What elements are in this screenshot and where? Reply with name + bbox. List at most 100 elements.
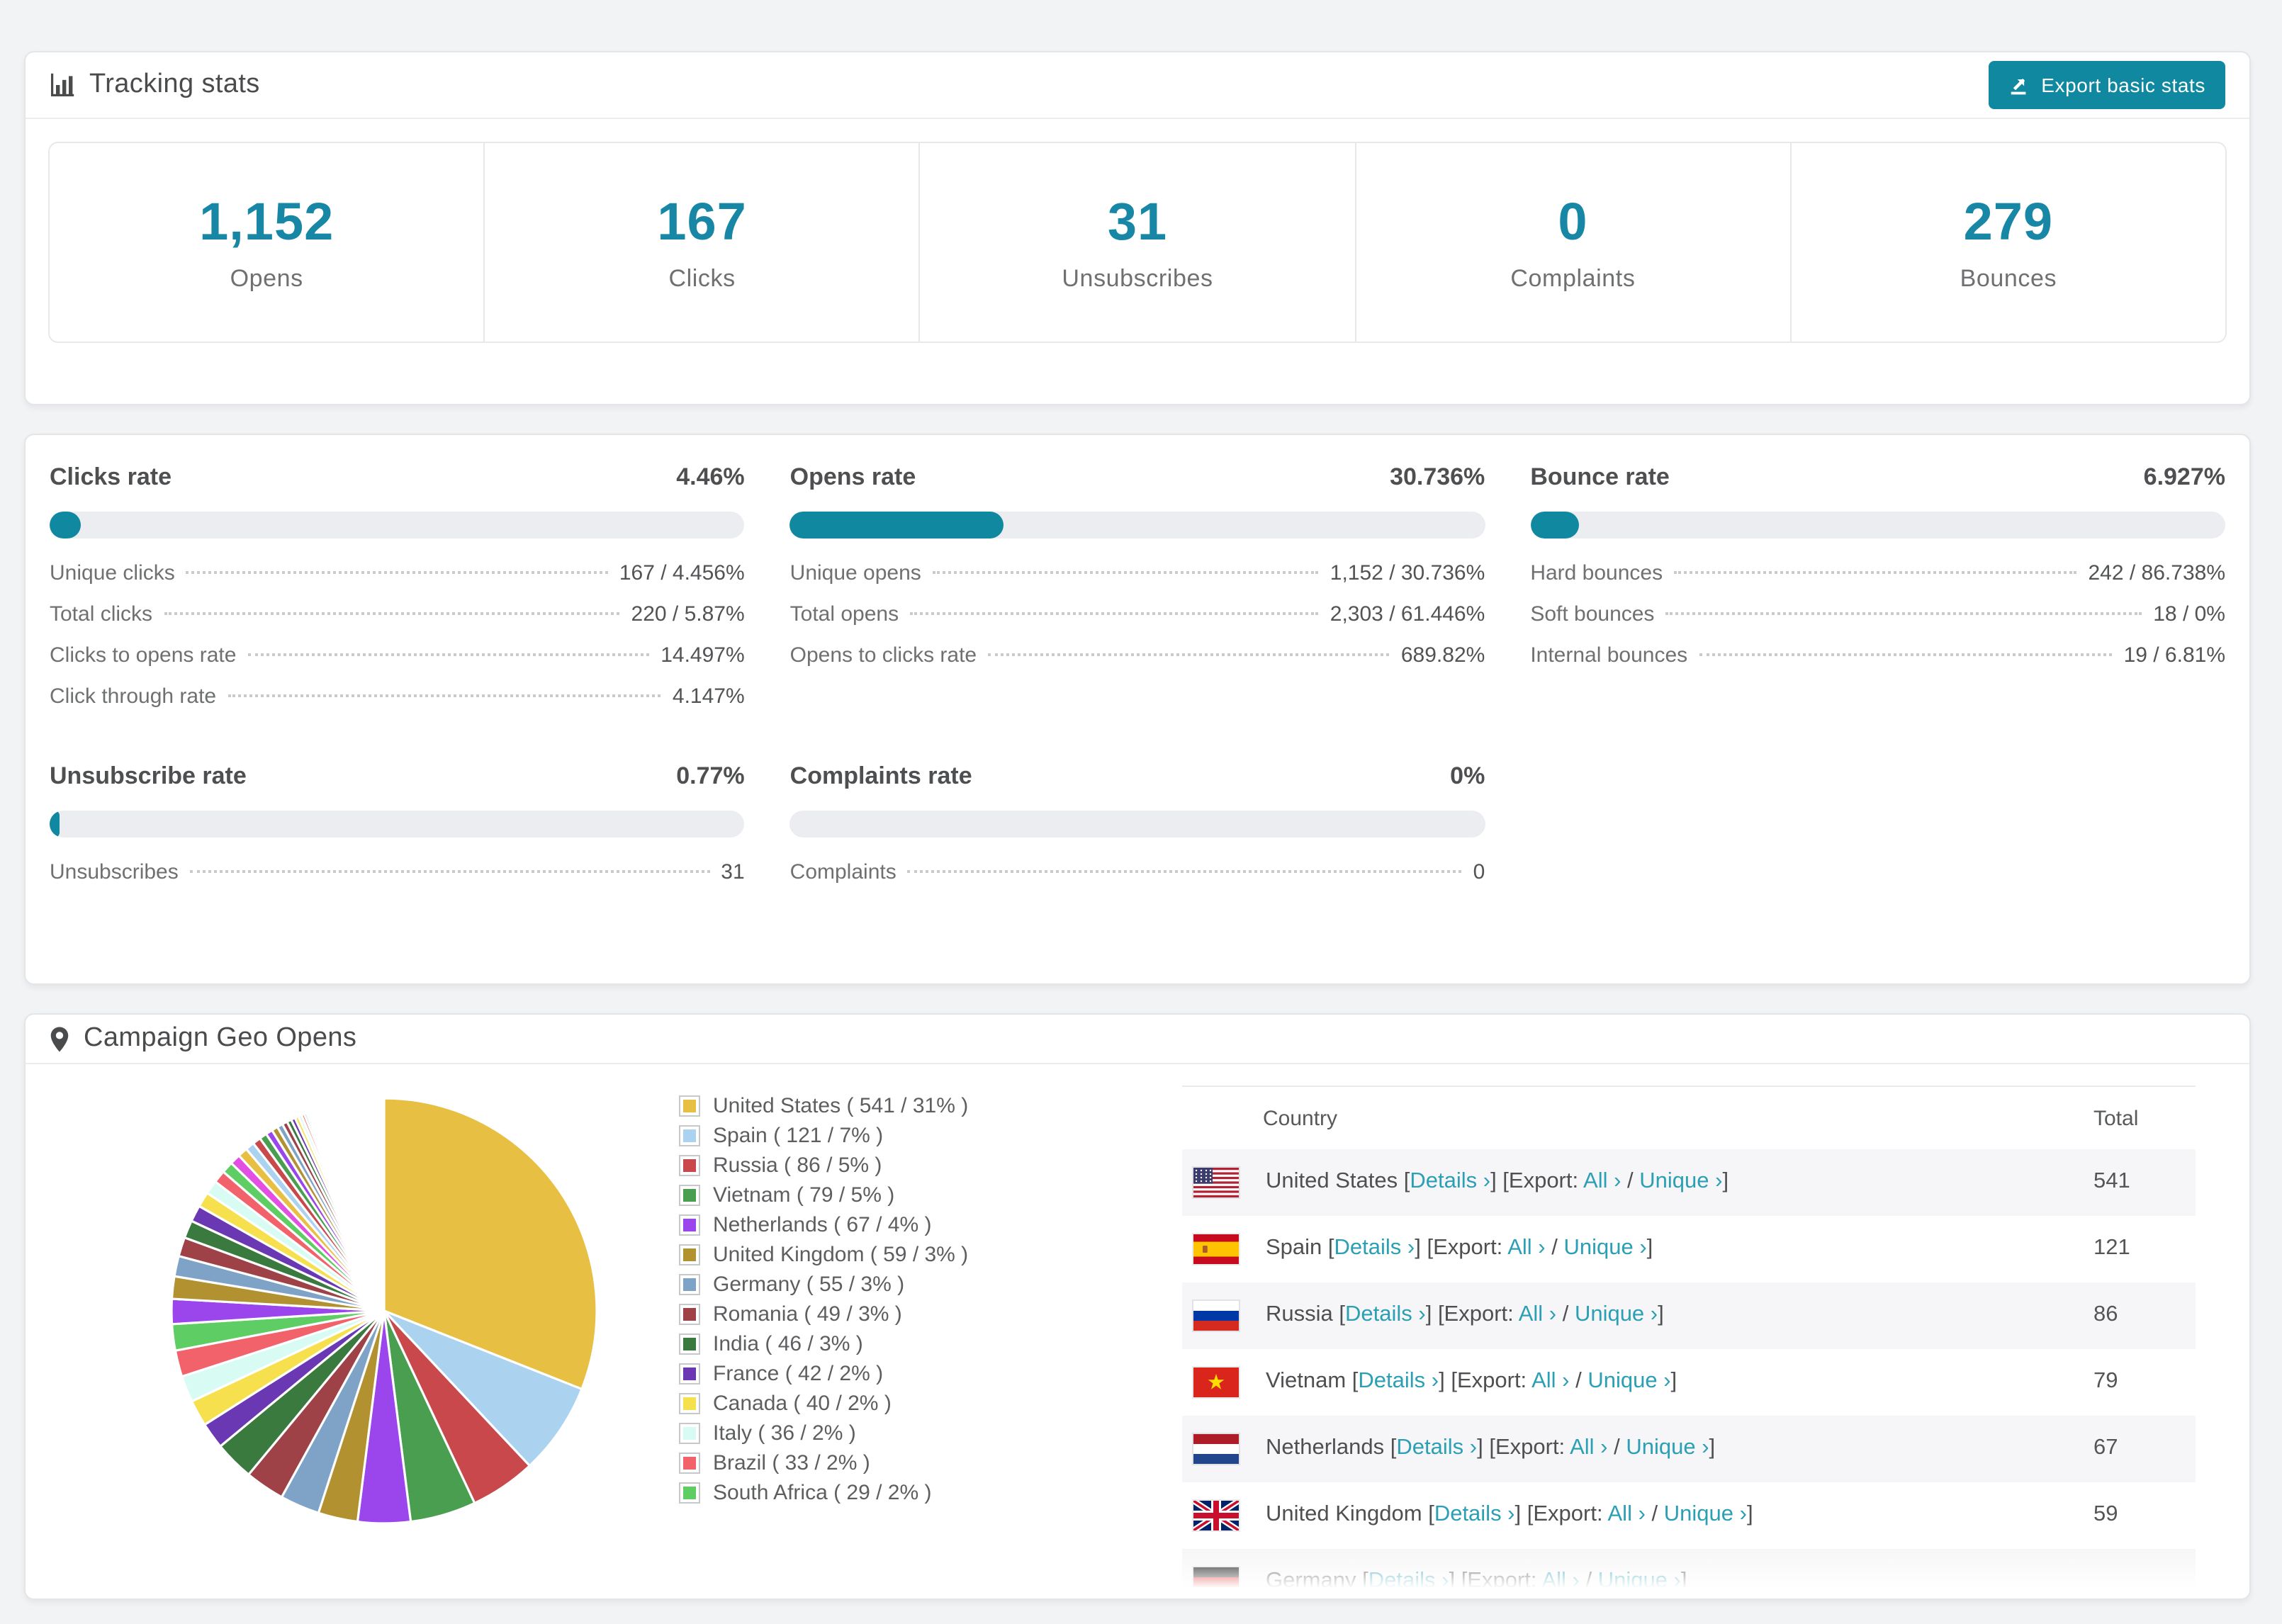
country-name: Vietnam (1266, 1369, 1352, 1393)
geo-pie-chart (167, 1094, 601, 1528)
metric-value: 18 / 0% (2153, 602, 2225, 626)
details-link[interactable]: Details › (1334, 1236, 1415, 1260)
rate-percentage: 4.46% (676, 463, 745, 490)
total-value: 79 (2093, 1369, 2118, 1393)
rate-metrics: Hard bounces 242 / 86.738% Soft bounces 18 … (1530, 561, 2225, 684)
export-all-link[interactable]: All › (1507, 1236, 1545, 1260)
separator: / (1556, 1302, 1575, 1326)
country-name: United States (1266, 1169, 1404, 1193)
rate-title: Opens rate (789, 463, 916, 490)
export-button-label: Export basic stats (2041, 74, 2205, 96)
stat-label-complaints: Complaints (1510, 264, 1636, 291)
metric-row-unique-opens: Unique opens 1,152 / 30.736% (790, 561, 1485, 602)
legend-label: Russia ( 86 / 5% ) (713, 1154, 882, 1178)
stat-clicks: 167 Clicks (483, 143, 918, 342)
export-all-link[interactable]: All › (1541, 1569, 1579, 1593)
details-link[interactable]: Details › (1368, 1569, 1449, 1593)
dotted-leader (164, 612, 620, 615)
bracket: [ (1428, 1502, 1434, 1526)
legend-swatch (679, 1214, 700, 1236)
details-link[interactable]: Details › (1345, 1302, 1426, 1326)
rates-card: Clicks rate 4.46% Unique clicks 167 / 4.456… (24, 434, 2251, 985)
legend-label: South Africa ( 29 / 2% ) (713, 1481, 932, 1505)
country-name: Netherlands (1266, 1436, 1390, 1460)
metric-value: 14.497% (661, 643, 745, 667)
export-unique-link[interactable]: Unique › (1575, 1302, 1658, 1326)
dotted-leader (910, 612, 1319, 615)
export-unique-link[interactable]: Unique › (1664, 1502, 1747, 1526)
separator: / (1545, 1236, 1564, 1260)
metric-label: Internal bounces (1530, 643, 1688, 667)
legend-label: Germany ( 55 / 3% ) (713, 1273, 905, 1297)
total-value: 541 (2093, 1169, 2130, 1193)
export-all-link[interactable]: All › (1531, 1369, 1569, 1393)
metric-row-complaints: Complaints 0 (790, 860, 1485, 901)
legend-swatch (679, 1393, 700, 1414)
progress-bar (50, 811, 745, 838)
total-value: 59 (2093, 1502, 2118, 1526)
details-link[interactable]: Details › (1396, 1436, 1477, 1460)
metric-value: 1,152 / 30.736% (1330, 561, 1485, 585)
export-basic-stats-button[interactable]: Export basic stats (1989, 61, 2225, 109)
details-link[interactable]: Details › (1410, 1169, 1490, 1193)
separator: / (1569, 1369, 1588, 1393)
legend-swatch (679, 1304, 700, 1325)
legend-label: Vietnam ( 79 / 5% ) (713, 1183, 895, 1207)
legend-swatch (679, 1482, 700, 1504)
progress-bar (789, 811, 1485, 838)
legend-label: Canada ( 40 / 2% ) (713, 1392, 892, 1416)
bracket: ] [Export: (1415, 1236, 1508, 1260)
country-cell: United Kingdom [Details ›] [Export: All … (1266, 1502, 1753, 1528)
metric-value: 19 / 6.81% (2123, 643, 2225, 667)
metric-value: 0 (1473, 860, 1485, 884)
legend-item-canada: Canada ( 40 / 2% ) (679, 1389, 968, 1419)
progress-bar (50, 512, 745, 538)
export-unique-link[interactable]: Unique › (1626, 1436, 1709, 1460)
rate-header: Complaints rate 0% (790, 762, 1485, 791)
flag-us-icon (1192, 1166, 1240, 1199)
table-row-vietnam: Vietnam [Details ›] [Export: All › / Uni… (1182, 1349, 2196, 1416)
stat-label-opens: Opens (230, 264, 303, 291)
legend-item-russia: Russia ( 86 / 5% ) (679, 1151, 968, 1180)
bracket: ] [Export: (1490, 1169, 1584, 1193)
country-cell: Netherlands [Details ›] [Export: All › /… (1266, 1436, 1715, 1461)
flag-vn-icon (1192, 1366, 1240, 1399)
legend-label: Spain ( 121 / 7% ) (713, 1124, 884, 1148)
country-name: Spain (1266, 1236, 1328, 1260)
stat-label-clicks: Clicks (668, 264, 736, 291)
export-all-link[interactable]: All › (1570, 1436, 1607, 1460)
bracket: ] (1658, 1302, 1664, 1326)
progress-bar (1530, 512, 2225, 538)
country-cell: Vietnam [Details ›] [Export: All › / Uni… (1266, 1369, 1677, 1394)
rate-metrics: Unique opens 1,152 / 30.736% Total opens 2,… (790, 561, 1485, 684)
country-name: Germany (1266, 1569, 1363, 1593)
legend-swatch (679, 1155, 700, 1176)
bracket: ] (1646, 1236, 1653, 1260)
export-unique-link[interactable]: Unique › (1639, 1169, 1722, 1193)
country-name: United Kingdom (1266, 1502, 1429, 1526)
legend-swatch (679, 1363, 700, 1385)
stat-complaints: 0 Complaints (1354, 143, 1789, 342)
separator: / (1579, 1569, 1598, 1593)
details-link[interactable]: Details › (1358, 1369, 1439, 1393)
table-row-netherlands: Netherlands [Details ›] [Export: All › /… (1182, 1416, 2196, 1482)
column-header-total: Total (2093, 1107, 2139, 1131)
stat-label-bounces: Bounces (1960, 264, 2057, 291)
rate-title: Bounce rate (1530, 463, 1670, 490)
stat-opens: 1,152 Opens (50, 143, 483, 342)
export-all-link[interactable]: All › (1608, 1502, 1646, 1526)
metric-row-total-opens: Total opens 2,303 / 61.446% (790, 602, 1485, 643)
rate-title: Complaints rate (789, 762, 972, 789)
export-unique-link[interactable]: Unique › (1587, 1369, 1670, 1393)
total-value: 86 (2093, 1302, 2118, 1326)
bracket: ] (1670, 1369, 1677, 1393)
export-unique-link[interactable]: Unique › (1598, 1569, 1681, 1593)
export-all-link[interactable]: All › (1583, 1169, 1621, 1193)
flag-es-icon (1192, 1233, 1240, 1265)
export-unique-link[interactable]: Unique › (1563, 1236, 1646, 1260)
details-link[interactable]: Details › (1434, 1502, 1515, 1526)
map-pin-icon (50, 1025, 69, 1052)
legend-swatch (679, 1423, 700, 1444)
export-all-link[interactable]: All › (1519, 1302, 1556, 1326)
legend-item-brazil: Brazil ( 33 / 2% ) (679, 1448, 968, 1478)
